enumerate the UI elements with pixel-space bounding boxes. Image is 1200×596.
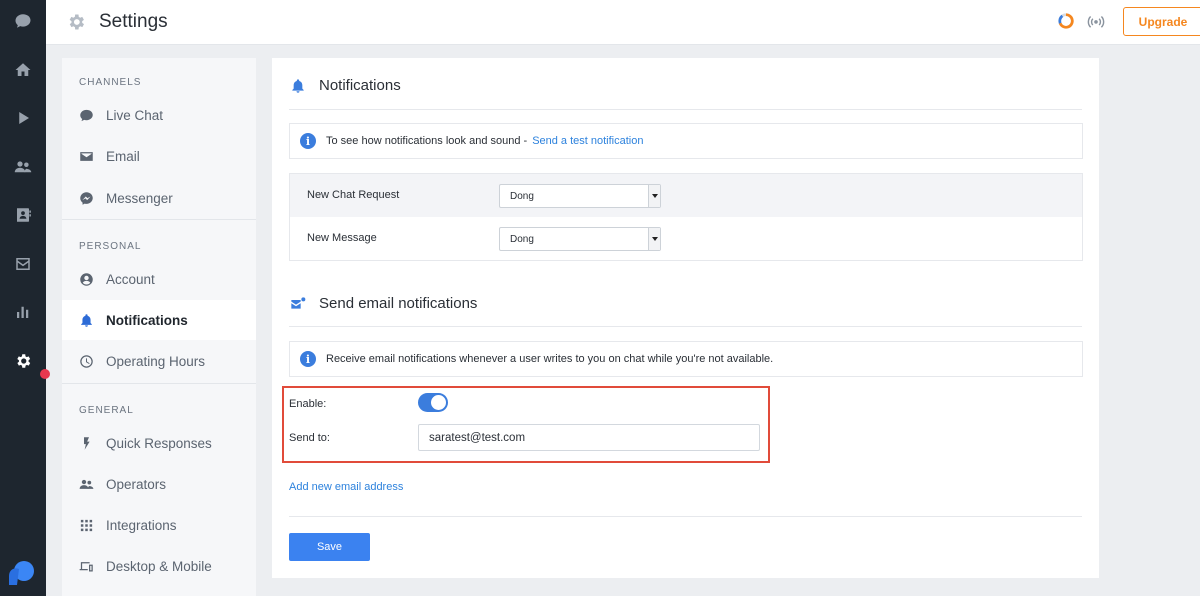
add-email-address-link[interactable]: Add new email address xyxy=(289,481,403,493)
rail-contacts[interactable] xyxy=(0,195,46,235)
section-title-channels: CHANNELS xyxy=(79,77,142,88)
send-to-label: Send to: xyxy=(289,432,330,444)
sidebar-item-label: Quick Responses xyxy=(106,435,212,451)
send-to-email-input[interactable] xyxy=(418,424,760,451)
sidebar-item-notifications[interactable]: Notifications xyxy=(62,300,256,340)
section-divider xyxy=(62,219,256,220)
sidebar-item-operating-hours[interactable]: Operating Hours xyxy=(62,341,256,381)
brand-logo-icon xyxy=(9,561,34,585)
sidebar-item-label: Desktop & Mobile xyxy=(106,558,212,574)
sound-row-new-message: New Message Dong xyxy=(290,217,1082,260)
new-chat-request-sound-select[interactable]: Dong xyxy=(499,184,661,208)
sidebar-item-account[interactable]: Account xyxy=(62,259,256,299)
email-notifications-info: i Receive email notifications whenever a… xyxy=(289,341,1083,377)
save-button[interactable]: Save xyxy=(289,533,370,561)
rail-inbox[interactable] xyxy=(0,244,46,284)
gear-icon xyxy=(69,14,84,30)
divider xyxy=(289,326,1082,327)
sidebar-item-email[interactable]: Email xyxy=(62,136,256,176)
people-icon xyxy=(14,161,32,173)
notifications-panel: Notifications i To see how notifications… xyxy=(272,58,1099,578)
sound-row-label: New Message xyxy=(307,232,377,244)
bolt-icon xyxy=(84,436,90,450)
notification-dot xyxy=(40,369,50,379)
email-notification-icon xyxy=(291,296,306,309)
sidebar-item-label: Account xyxy=(106,271,155,287)
section-title-personal: PERSONAL xyxy=(79,241,142,252)
status-ring-icon[interactable] xyxy=(1057,12,1075,30)
enable-email-toggle[interactable] xyxy=(418,393,448,412)
section-heading-text: Notifications xyxy=(319,77,401,94)
envelope-icon xyxy=(80,151,93,161)
rail-play[interactable] xyxy=(0,98,46,138)
sidebar-item-live-chat[interactable]: Live Chat xyxy=(62,95,256,135)
info-text: To see how notifications look and sound … xyxy=(326,135,528,147)
divider xyxy=(289,516,1082,517)
bell-icon xyxy=(81,313,92,327)
people-icon xyxy=(79,479,94,489)
rail-settings[interactable] xyxy=(0,341,46,381)
sidebar-item-label: Operating Hours xyxy=(106,353,206,369)
settings-sidebar: CHANNELS Live Chat Email Messenger PERSO… xyxy=(62,58,256,596)
messenger-icon xyxy=(80,191,93,205)
gear-icon xyxy=(17,354,31,368)
account-icon xyxy=(80,272,93,286)
home-icon xyxy=(15,63,31,76)
sidebar-item-label: Messenger xyxy=(106,190,173,206)
section-title-general: GENERAL xyxy=(79,405,134,416)
send-test-notification-link[interactable]: Send a test notification xyxy=(532,135,643,147)
clock-icon xyxy=(80,354,93,368)
sidebar-item-desktop-mobile[interactable]: Desktop & Mobile xyxy=(62,546,256,586)
bell-icon xyxy=(292,78,304,93)
bar-chart-icon xyxy=(17,306,29,318)
sound-row-label: New Chat Request xyxy=(307,189,400,201)
rail-reports[interactable] xyxy=(0,292,46,332)
app-rail xyxy=(0,0,50,596)
section-heading-text: Send email notifications xyxy=(319,295,478,312)
sidebar-item-integrations[interactable]: Integrations xyxy=(62,505,256,545)
contacts-book-icon xyxy=(17,208,31,222)
email-notifications-heading: Send email notifications xyxy=(290,295,477,312)
devices-icon xyxy=(79,561,93,571)
select-value: Dong xyxy=(510,234,534,245)
sidebar-item-label: Email xyxy=(106,148,140,164)
inbox-icon xyxy=(16,258,30,270)
grid-icon xyxy=(80,519,93,531)
info-text: Receive email notifications whenever a u… xyxy=(326,353,774,365)
rail-home[interactable] xyxy=(0,50,46,90)
page-title: Settings xyxy=(99,11,168,32)
new-message-sound-select[interactable]: Dong xyxy=(499,227,661,251)
sidebar-item-messenger[interactable]: Messenger xyxy=(62,178,256,218)
top-bar: Settings Upgrade xyxy=(46,0,1200,45)
sidebar-item-operators[interactable]: Operators xyxy=(62,464,256,504)
info-icon: i xyxy=(300,133,316,149)
rail-visitors[interactable] xyxy=(0,147,46,187)
sound-row-new-chat-request: New Chat Request Dong xyxy=(290,174,1082,217)
select-value: Dong xyxy=(510,191,534,202)
sidebar-item-label: Live Chat xyxy=(106,107,164,123)
chat-bubble-icon xyxy=(80,109,93,121)
dropdown-arrow-icon xyxy=(648,228,660,250)
sidebar-item-label: Integrations xyxy=(106,517,177,533)
section-divider xyxy=(62,383,256,384)
rail-chats[interactable] xyxy=(0,1,46,41)
notifications-heading: Notifications xyxy=(290,77,401,94)
divider xyxy=(289,109,1082,110)
dropdown-arrow-icon xyxy=(648,185,660,207)
notification-sounds-table: New Chat Request Dong New Message Dong xyxy=(289,173,1083,261)
sidebar-item-quick-responses[interactable]: Quick Responses xyxy=(62,423,256,463)
sidebar-item-label: Operators xyxy=(106,476,167,492)
enable-label: Enable: xyxy=(289,398,327,410)
info-icon: i xyxy=(300,351,316,367)
upgrade-button[interactable]: Upgrade xyxy=(1123,7,1200,36)
broadcast-icon[interactable] xyxy=(1087,12,1105,30)
chat-bubble-icon xyxy=(15,14,31,28)
sidebar-item-label: Notifications xyxy=(106,312,188,328)
test-notification-info: i To see how notifications look and soun… xyxy=(289,123,1083,159)
play-icon xyxy=(19,112,29,124)
